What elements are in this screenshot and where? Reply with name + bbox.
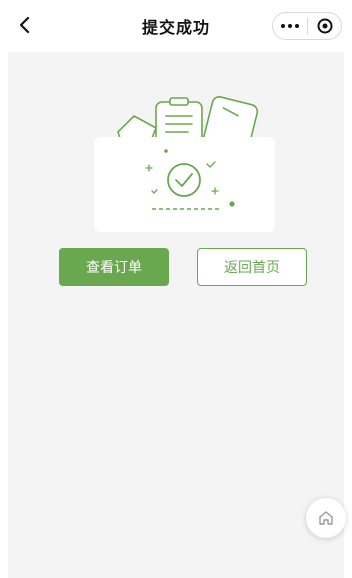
main-content: 查看订单 返回首页: [8, 52, 346, 578]
target-circle-icon: [317, 18, 332, 34]
nav-bar: 提交成功: [0, 0, 352, 52]
home-icon: [319, 511, 333, 525]
close-button[interactable]: [308, 18, 341, 34]
back-home-button[interactable]: 返回首页: [197, 248, 307, 286]
mini-program-capsule: [272, 12, 342, 40]
success-card: [94, 137, 275, 232]
view-order-button[interactable]: 查看订单: [59, 248, 169, 286]
more-button[interactable]: [273, 24, 307, 28]
home-floating-button[interactable]: [306, 498, 346, 538]
more-dots-icon: [281, 24, 285, 28]
success-illustration: [94, 96, 275, 232]
